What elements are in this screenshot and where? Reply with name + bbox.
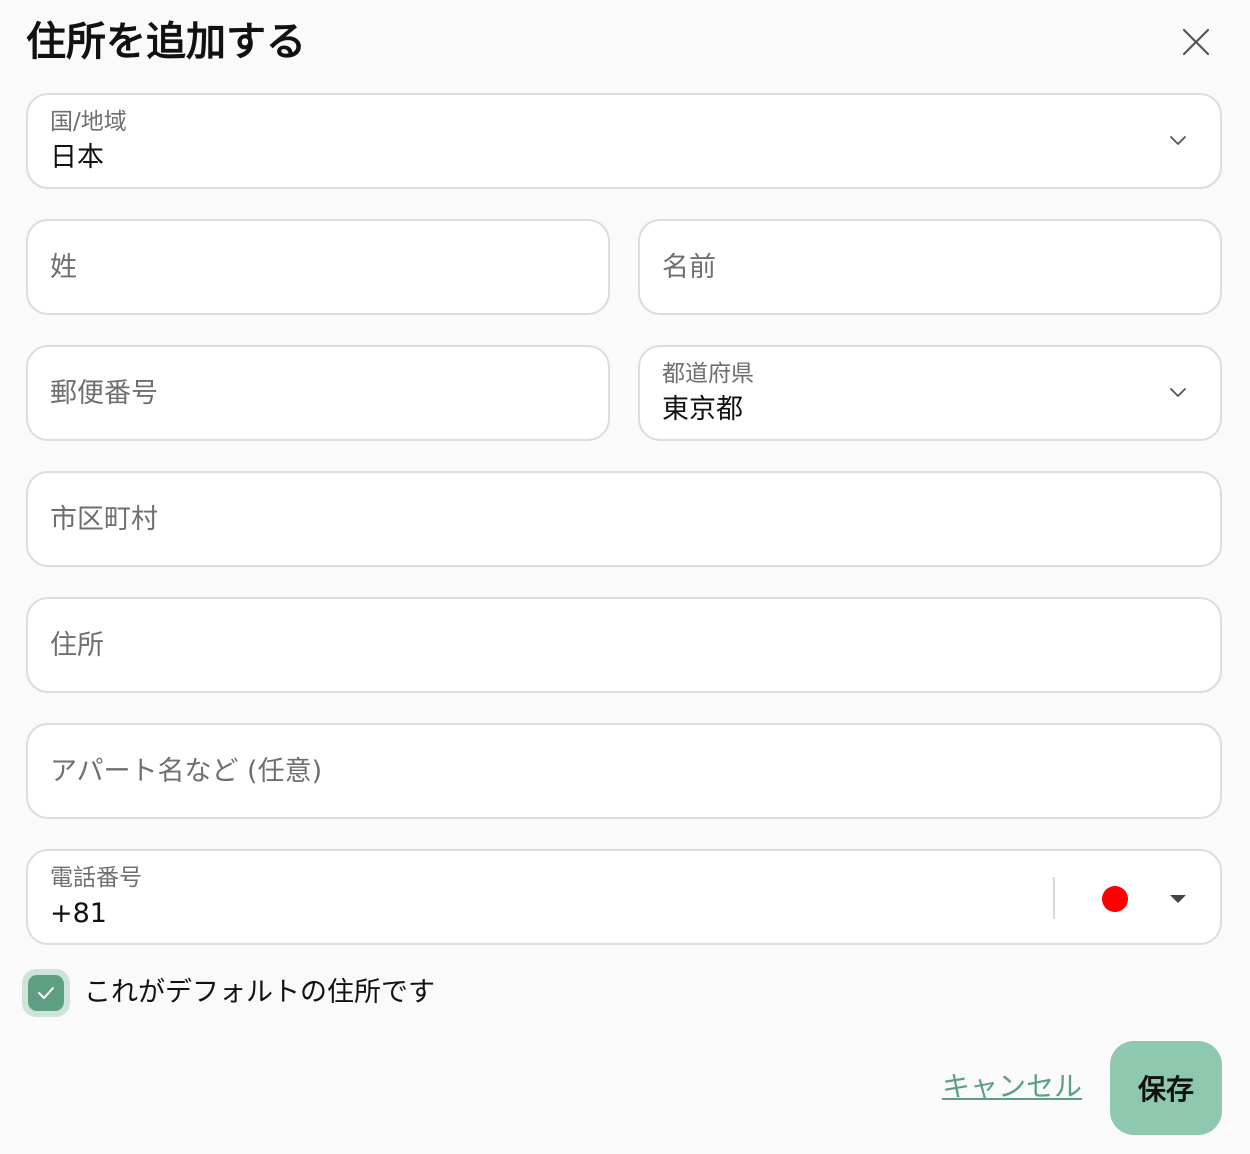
save-button[interactable]: 保存 xyxy=(1110,1041,1222,1135)
postal-code-placeholder: 郵便番号 xyxy=(50,378,158,409)
country-value: 日本 xyxy=(50,142,104,173)
check-icon xyxy=(38,987,54,999)
prefecture-value: 東京都 xyxy=(662,394,743,425)
add-address-dialog: 住所を追加する 国/地域 日本 姓 名前 郵便番号 都道府県 東京都 市区町村 xyxy=(0,0,1250,1154)
chevron-down-icon xyxy=(1170,136,1186,145)
phone-label: 電話番号 xyxy=(50,865,142,891)
dialog-title: 住所を追加する xyxy=(26,19,306,65)
last-name-placeholder: 姓 xyxy=(50,252,77,283)
phone-value: +81 xyxy=(50,898,107,929)
close-icon xyxy=(1182,28,1210,56)
postal-code-input[interactable]: 郵便番号 xyxy=(26,345,610,441)
caret-down-icon[interactable] xyxy=(1170,895,1186,903)
address-placeholder: 住所 xyxy=(50,630,104,661)
first-name-input[interactable]: 名前 xyxy=(638,219,1222,315)
cancel-button[interactable]: キャンセル xyxy=(942,1069,1082,1105)
chevron-down-icon xyxy=(1170,388,1186,397)
japan-flag-icon[interactable] xyxy=(1102,886,1128,912)
last-name-input[interactable]: 姓 xyxy=(26,219,610,315)
country-select[interactable]: 国/地域 日本 xyxy=(26,93,1222,189)
phone-input[interactable]: 電話番号 +81 xyxy=(26,849,1222,945)
apartment-placeholder: アパート名など (任意) xyxy=(50,756,323,787)
address-input[interactable]: 住所 xyxy=(26,597,1222,693)
city-input[interactable]: 市区町村 xyxy=(26,471,1222,567)
apartment-input[interactable]: アパート名など (任意) xyxy=(26,723,1222,819)
close-button[interactable] xyxy=(1176,22,1216,62)
first-name-placeholder: 名前 xyxy=(662,252,716,283)
country-label: 国/地域 xyxy=(50,109,127,135)
default-address-checkbox[interactable] xyxy=(22,969,70,1017)
city-placeholder: 市区町村 xyxy=(50,504,158,535)
default-address-label[interactable]: これがデフォルトの住所です xyxy=(84,976,435,1010)
phone-divider xyxy=(1053,877,1055,919)
prefecture-select[interactable]: 都道府県 東京都 xyxy=(638,345,1222,441)
prefecture-label: 都道府県 xyxy=(662,361,754,387)
checkbox-box xyxy=(28,975,64,1011)
